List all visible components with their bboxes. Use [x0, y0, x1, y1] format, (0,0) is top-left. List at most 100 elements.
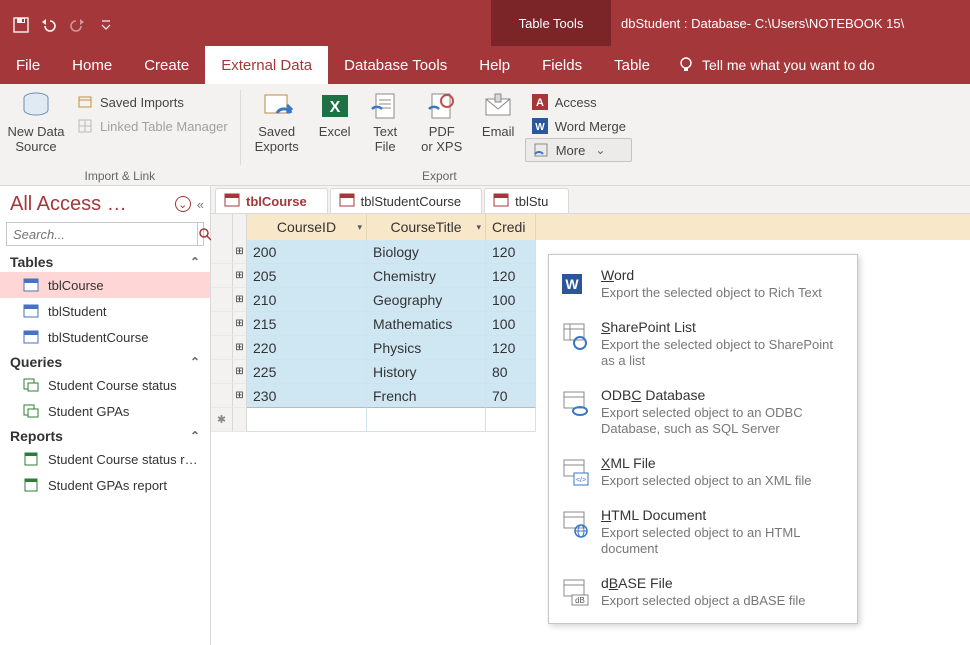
expand-icon[interactable]: ⊞	[233, 288, 247, 312]
expand-icon[interactable]: ⊞	[233, 384, 247, 408]
cell-coursetitle[interactable]: Chemistry	[367, 264, 486, 288]
row-selector[interactable]	[211, 240, 233, 264]
nav-item-report-status[interactable]: Student Course status r…	[0, 446, 210, 472]
tell-me-search[interactable]: Tell me what you want to do	[666, 46, 875, 84]
row-selector[interactable]	[211, 360, 233, 384]
svg-text:</>: </>	[576, 477, 586, 484]
nav-item-query-status[interactable]: Student Course status	[0, 372, 210, 398]
cell-credits[interactable]: 100	[486, 312, 536, 336]
cell-courseid[interactable]: 225	[247, 360, 367, 384]
email-icon	[481, 90, 515, 122]
row-selector[interactable]	[211, 264, 233, 288]
expand-icon[interactable]: ⊞	[233, 240, 247, 264]
sharepoint-icon	[559, 319, 591, 351]
menu-item-xml[interactable]: </> XML FileExport selected object to an…	[549, 447, 857, 499]
menu-item-html[interactable]: HTML DocumentExport selected object to a…	[549, 499, 857, 567]
expand-icon[interactable]: ⊞	[233, 312, 247, 336]
cell-courseid[interactable]: 200	[247, 240, 367, 264]
pdf-xps-button[interactable]: PDF or XPS	[412, 88, 472, 154]
select-all-cell[interactable]	[211, 214, 233, 240]
undo-icon[interactable]	[36, 11, 66, 39]
save-icon[interactable]	[6, 11, 36, 39]
chevron-down-icon: ⌄	[595, 143, 605, 157]
doc-tab-tblstudentcourse[interactable]: tblStudentCourse	[330, 188, 482, 213]
linked-table-manager-button: Linked Table Manager	[70, 114, 234, 138]
row-selector[interactable]	[211, 312, 233, 336]
access-icon: A	[531, 93, 549, 111]
cell-credits[interactable]: 120	[486, 240, 536, 264]
menu-item-odbc[interactable]: ODBC DatabaseExport selected object to a…	[549, 379, 857, 447]
menu-item-word[interactable]: W WordExport the selected object to Rich…	[549, 259, 857, 311]
table-icon	[493, 193, 509, 209]
tab-database-tools[interactable]: Database Tools	[328, 46, 463, 84]
doc-tab-tblcourse[interactable]: tblCourse	[215, 188, 328, 213]
redo-icon[interactable]	[66, 11, 96, 39]
tab-home[interactable]: Home	[56, 46, 128, 84]
dropdown-icon[interactable]: ▾	[476, 222, 481, 233]
cell-credits[interactable]: 100	[486, 288, 536, 312]
nav-category-queries[interactable]: Queries⌃	[0, 350, 210, 372]
tab-file[interactable]: File	[0, 46, 56, 84]
cell-courseid[interactable]: 210	[247, 288, 367, 312]
export-more-button[interactable]: More⌄	[525, 138, 632, 162]
chevron-down-icon[interactable]: ⌄	[175, 196, 191, 212]
saved-imports-button[interactable]: Saved Imports	[70, 90, 234, 114]
cell-coursetitle[interactable]: History	[367, 360, 486, 384]
svg-text:W: W	[565, 276, 579, 292]
cell-credits[interactable]: 70	[486, 384, 536, 408]
search-input[interactable]	[7, 223, 197, 245]
dropdown-icon[interactable]: ▾	[357, 222, 362, 233]
search-icon[interactable]	[197, 223, 212, 245]
cell-courseid[interactable]: 215	[247, 312, 367, 336]
saved-exports-button[interactable]: Saved Exports	[247, 88, 307, 154]
nav-header[interactable]: All Access … ⌄ «	[0, 186, 210, 218]
text-file-button[interactable]: Text File	[363, 88, 408, 154]
tab-create[interactable]: Create	[128, 46, 205, 84]
tab-help[interactable]: Help	[463, 46, 526, 84]
doc-tab-tblstudent[interactable]: tblStu	[484, 188, 569, 213]
expand-icon[interactable]: ⊞	[233, 264, 247, 288]
cell-coursetitle[interactable]: Biology	[367, 240, 486, 264]
nav-item-tblstudent[interactable]: tblStudent	[0, 298, 210, 324]
tab-table[interactable]: Table	[598, 46, 666, 84]
cell-coursetitle[interactable]: Physics	[367, 336, 486, 360]
menu-item-dbase[interactable]: dB dBASE FileExport selected object a dB…	[549, 567, 857, 619]
cell-courseid[interactable]: 220	[247, 336, 367, 360]
tab-external-data[interactable]: External Data	[205, 46, 328, 84]
cell-credits[interactable]: 80	[486, 360, 536, 384]
cell-coursetitle[interactable]: French	[367, 384, 486, 408]
nav-item-query-gpas[interactable]: Student GPAs	[0, 398, 210, 424]
cell-coursetitle[interactable]: Mathematics	[367, 312, 486, 336]
export-access-button[interactable]: AAccess	[525, 90, 632, 114]
email-button[interactable]: Email	[476, 88, 521, 139]
menu-item-sharepoint[interactable]: SharePoint ListExport the selected objec…	[549, 311, 857, 379]
cell-courseid[interactable]: 230	[247, 384, 367, 408]
nav-item-tblstudentcourse[interactable]: tblStudentCourse	[0, 324, 210, 350]
collapse-pane-icon[interactable]: «	[197, 197, 204, 212]
cell-credits[interactable]: 120	[486, 336, 536, 360]
cell-coursetitle[interactable]: Geography	[367, 288, 486, 312]
qat-customize-icon[interactable]	[96, 11, 116, 39]
row-selector[interactable]	[211, 336, 233, 360]
row-selector[interactable]	[211, 384, 233, 408]
col-header-courseid[interactable]: CourseID▾	[247, 214, 367, 240]
saved-imports-icon	[76, 93, 94, 111]
row-selector[interactable]	[211, 288, 233, 312]
nav-item-tblcourse[interactable]: tblCourse	[0, 272, 210, 298]
nav-category-reports[interactable]: Reports⌃	[0, 424, 210, 446]
expand-icon[interactable]: ⊞	[233, 360, 247, 384]
nav-category-tables[interactable]: Tables⌃	[0, 250, 210, 272]
expand-icon[interactable]: ⊞	[233, 336, 247, 360]
nav-item-report-gpas[interactable]: Student GPAs report	[0, 472, 210, 498]
group-label-import: Import & Link	[6, 167, 234, 185]
text-file-label: Text File	[373, 124, 397, 154]
excel-button[interactable]: XExcel	[311, 88, 359, 139]
cell-credits[interactable]: 120	[486, 264, 536, 288]
tab-fields[interactable]: Fields	[526, 46, 598, 84]
cell-courseid[interactable]: 205	[247, 264, 367, 288]
col-header-credits[interactable]: Credi	[486, 214, 536, 240]
menu-desc: Export selected object to an HTML docume…	[601, 525, 845, 557]
word-merge-button[interactable]: WWord Merge	[525, 114, 632, 138]
new-data-source-button[interactable]: New Data Source	[6, 88, 66, 154]
col-header-coursetitle[interactable]: CourseTitle▾	[367, 214, 486, 240]
